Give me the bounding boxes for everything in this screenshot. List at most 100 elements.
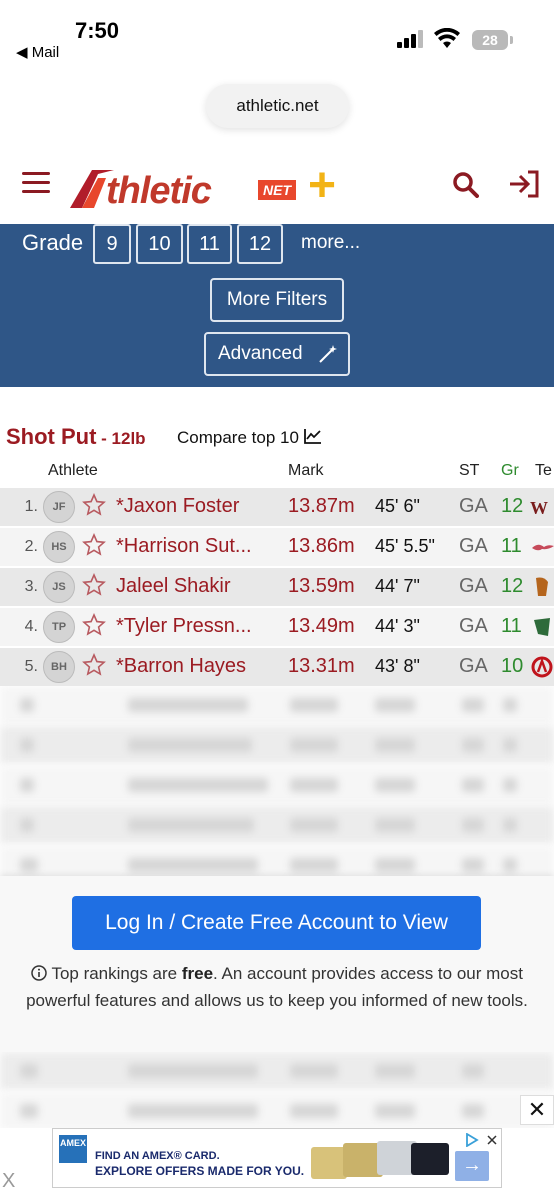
blurred-row [0,686,554,724]
account-info-text: Top rankings are free. An account provid… [10,960,544,1014]
athlete-name-link[interactable]: Jaleel Shakir [116,575,282,598]
more-grades-link[interactable]: more... [301,232,360,254]
svg-text:W: W [530,498,548,518]
star-icon[interactable] [82,533,106,557]
star-icon[interactable] [82,653,106,677]
rank: 5. [24,658,38,675]
grade-11-button[interactable]: 11 [187,224,232,264]
mark-metric[interactable]: 13.31m [288,655,355,678]
avatar[interactable]: JS [43,571,75,603]
header-team[interactable]: Te [535,462,552,480]
grade-12-button[interactable]: 12 [237,224,283,264]
table-row[interactable]: 5. BH *Barron Hayes 13.31m 43' 8" GA 10 [0,648,554,686]
locked-results-blurred [0,686,554,876]
athlete-name-link[interactable]: *Harrison Sut... [116,535,282,558]
grade-10-button[interactable]: 10 [136,224,183,264]
grade: 11 [501,615,522,637]
mark-imperial: 43' 8" [375,656,420,676]
avatar[interactable]: JF [43,491,75,523]
mark-imperial: 44' 7" [375,576,420,596]
grade: 12 [501,575,524,597]
blurred-row [0,806,554,844]
team-logo-icon[interactable] [530,656,554,678]
star-icon[interactable] [82,613,106,637]
state: GA [459,495,488,517]
header-state[interactable]: ST [459,462,479,480]
avatar[interactable]: BH [43,651,75,683]
avatar[interactable]: TP [43,611,75,643]
athletic-net-logo[interactable]: thletic NET + [68,159,348,212]
mark-imperial: 45' 6" [375,496,420,516]
status-time: 7:50 [75,18,120,43]
athlete-name-link[interactable]: *Tyler Pressn... [116,615,282,638]
header-mark[interactable]: Mark [288,462,324,480]
table-row[interactable]: 1. JF *Jaxon Foster 13.87m 45' 6" GA 12 … [0,488,554,526]
search-icon[interactable] [453,172,479,198]
grade: 11 [501,535,522,557]
header-athlete[interactable]: Athlete [48,462,98,480]
event-title: Shot Put - 12lb [6,424,146,450]
event-weight: - 12lb [96,429,146,448]
header-grade[interactable]: Gr [501,462,519,480]
state: GA [459,655,488,677]
compare-top-10-link[interactable]: Compare top 10 [177,428,322,448]
event-name: Shot Put [6,424,97,449]
advanced-button[interactable]: Advanced [204,332,350,376]
chart-line-icon [303,429,321,444]
status-bar: 7:50 ◀ Mail 28 [0,0,554,70]
table-row[interactable]: 3. JS Jaleel Shakir 13.59m 44' 7" GA 12 [0,568,554,606]
compare-label: Compare top 10 [177,428,299,447]
team-logo-icon[interactable] [530,536,554,558]
avatar[interactable]: HS [43,531,75,563]
browser-url-bar[interactable]: athletic.net [206,84,349,128]
sign-in-icon[interactable] [508,170,540,198]
ad-arrow-icon[interactable]: → [455,1151,489,1181]
advanced-label: Advanced [218,343,303,364]
grade-label: Grade [22,230,84,255]
cellular-signal-icon [397,30,425,48]
blurred-row [0,726,554,764]
ad-side-x-icon[interactable]: X [2,1170,15,1193]
athlete-name-link[interactable]: *Jaxon Foster [116,495,282,518]
info-text-free: free [181,964,214,983]
ad-close-button[interactable]: ✕ [520,1095,554,1125]
menu-icon[interactable] [22,170,50,194]
amex-ad-banner[interactable]: AMEX FIND AN AMEX® CARD. EXPLORE OFFERS … [52,1128,502,1188]
team-logo-icon[interactable] [530,616,554,638]
back-to-mail-link[interactable]: ◀ Mail [16,43,59,61]
rank: 4. [24,618,38,635]
athlete-name-link[interactable]: *Barron Hayes [116,655,282,678]
blurred-row [0,1092,554,1128]
account-gate-panel: Log In / Create Free Account to View Top… [0,876,554,1052]
wifi-icon [434,28,460,48]
more-filters-button[interactable]: More Filters [210,278,344,322]
state: GA [459,575,488,597]
login-create-account-button[interactable]: Log In / Create Free Account to View [72,896,481,950]
battery-indicator: 28 [472,30,508,50]
credit-cards-image [311,1141,449,1179]
table-row[interactable]: 4. TP *Tyler Pressn... 13.49m 44' 3" GA … [0,608,554,646]
mark-metric[interactable]: 13.49m [288,615,355,638]
amex-logo: AMEX [59,1135,87,1163]
logo-plus: + [308,159,337,212]
magic-wand-icon [319,345,337,363]
mark-metric[interactable]: 13.86m [288,535,355,558]
site-header: thletic NET + [0,150,554,224]
table-row[interactable]: 2. HS *Harrison Sut... 13.86m 45' 5.5" G… [0,528,554,566]
grade: 10 [501,655,524,677]
star-icon[interactable] [82,573,106,597]
ad-close-small-icon[interactable] [487,1135,497,1145]
blurred-row [0,1052,554,1090]
mark-imperial: 44' 3" [375,616,420,636]
mark-metric[interactable]: 13.87m [288,495,355,518]
grade-9-button[interactable]: 9 [93,224,131,264]
mark-metric[interactable]: 13.59m [288,575,355,598]
mark-imperial: 45' 5.5" [375,536,435,556]
info-circle-icon [31,965,47,981]
adchoices-icon[interactable] [465,1133,479,1147]
team-logo-icon[interactable]: W [530,496,554,518]
blurred-row [0,766,554,804]
star-icon[interactable] [82,493,106,517]
team-logo-icon[interactable] [530,576,554,598]
ad-subline: EXPLORE OFFERS MADE FOR YOU. [95,1164,305,1178]
